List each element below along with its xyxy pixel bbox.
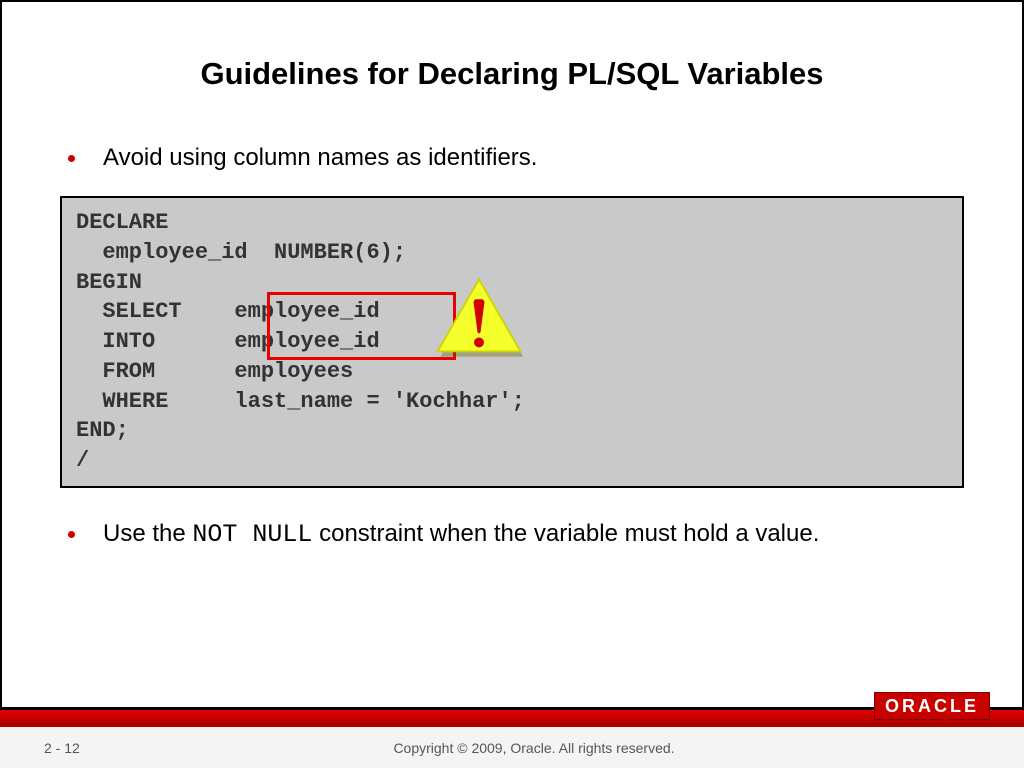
code-line: / xyxy=(76,446,948,476)
page-number: 2 - 12 xyxy=(0,740,184,756)
code-line: BEGIN xyxy=(76,268,948,298)
code-line: INTO employee_id xyxy=(76,327,948,357)
bullet-text-post: constraint when the variable must hold a… xyxy=(312,520,819,547)
code-line: WHERE last_name = 'Kochhar'; xyxy=(76,387,948,417)
bullet-item: Use the NOT NULL constraint when the var… xyxy=(60,518,964,552)
bullet-text: Avoid using column names as identifiers. xyxy=(103,142,964,174)
slide-title: Guidelines for Declaring PL/SQL Variable… xyxy=(0,0,1024,92)
code-line: employee_id NUMBER(6); xyxy=(76,238,948,268)
code-line: END; xyxy=(76,416,948,446)
bullet-text: Use the NOT NULL constraint when the var… xyxy=(103,518,964,552)
footer-red-bar xyxy=(0,707,1024,727)
code-line: DECLARE xyxy=(76,208,948,238)
copyright-text: Copyright © 2009, Oracle. All rights res… xyxy=(184,740,884,756)
slide: Guidelines for Declaring PL/SQL Variable… xyxy=(0,0,1024,768)
bullet-dot-icon xyxy=(68,531,75,538)
footer-strip: 2 - 12 Copyright © 2009, Oracle. All rig… xyxy=(0,727,1024,768)
bullet-item: Avoid using column names as identifiers. xyxy=(60,142,964,174)
code-line: SELECT employee_id xyxy=(76,297,948,327)
code-block: DECLARE employee_id NUMBER(6); BEGIN SEL… xyxy=(60,196,964,487)
inline-code: NOT NULL xyxy=(192,520,312,549)
slide-content: Avoid using column names as identifiers.… xyxy=(0,92,1024,551)
bullet-dot-icon xyxy=(68,155,75,162)
bullet-text-pre: Use the xyxy=(103,520,192,547)
code-line: FROM employees xyxy=(76,357,948,387)
oracle-logo: ORACLE xyxy=(874,692,990,720)
